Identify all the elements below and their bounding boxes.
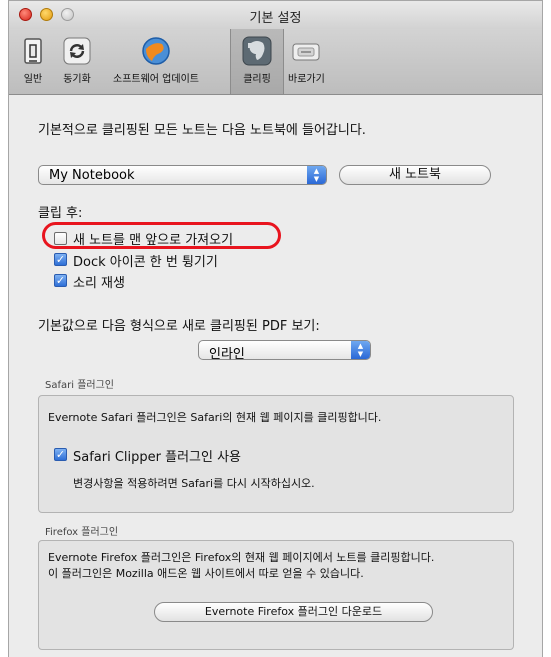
keyboard-shortcut-icon <box>290 35 322 67</box>
firefox-group-label: Firefox 플러그인 <box>45 527 119 538</box>
software-update-icon <box>140 35 172 67</box>
safari-restart-note: 변경사항을 적용하려면 Safari를 다시 시작하십시오. <box>73 477 315 490</box>
tab-software-update-label: 소프트웨어 업데이트 <box>113 74 199 85</box>
tab-software-update[interactable]: 소프트웨어 업데이트 <box>113 35 199 85</box>
title-bar[interactable]: 기본 설정 <box>9 1 542 29</box>
firefox-plugin-box: Evernote Firefox 플러그인은 Firefox의 현재 웹 페이지… <box>38 540 514 650</box>
play-sound-label: 소리 재생 <box>73 276 125 291</box>
safari-description: Evernote Safari 플러그인은 Safari의 현재 웹 페이지를 … <box>48 411 382 424</box>
pdf-view-select[interactable]: 인라인 ▲ ▼ <box>198 340 371 362</box>
evernote-elephant-icon <box>241 35 273 67</box>
tab-general-label: 일반 <box>23 74 43 85</box>
after-clip-label: 클립 후: <box>38 206 83 221</box>
highlight-annotation <box>42 222 281 249</box>
tab-clipping-label: 클리핑 <box>243 74 271 85</box>
safari-plugin-box: Evernote Safari 플러그인은 Safari의 현재 웹 페이지를 … <box>38 395 514 513</box>
sync-icon <box>61 35 93 67</box>
general-icon <box>17 35 49 67</box>
bounce-dock-label: Dock 아이콘 한 번 튕기기 <box>73 255 218 270</box>
new-notebook-button[interactable]: 새 노트북 <box>339 165 491 185</box>
safari-clipper-label: Safari Clipper 플러그인 사용 <box>73 450 242 465</box>
safari-group-label: Safari 플러그인 <box>45 380 114 391</box>
tab-clipping[interactable]: 클리핑 <box>230 29 284 94</box>
preferences-window: 기본 설정 일반 동기화 소프트웨어 업데이트 클리핑 바로가기 기본적으로 클… <box>8 0 543 657</box>
tab-shortcuts[interactable]: 바로가기 <box>288 35 325 85</box>
firefox-description-line1: Evernote Firefox 플러그인은 Firefox의 현재 웹 페이지… <box>48 551 435 564</box>
preferences-toolbar: 일반 동기화 소프트웨어 업데이트 클리핑 바로가기 <box>9 29 542 95</box>
pdf-view-select-value: 인라인 <box>209 347 245 362</box>
notebook-select-value: My Notebook <box>49 168 135 183</box>
popup-arrows-icon: ▲ ▼ <box>351 341 370 359</box>
popup-arrows-icon: ▲ ▼ <box>307 166 326 184</box>
tab-shortcuts-label: 바로가기 <box>288 74 325 85</box>
firefox-description-line2: 이 플러그인은 Mozilla 애드온 웹 사이트에서 따로 얻을 수 있습니다… <box>48 567 364 580</box>
tab-sync-label: 동기화 <box>63 74 91 85</box>
pdf-view-label: 기본값으로 다음 형식으로 새로 클리핑된 PDF 보기: <box>38 319 320 334</box>
safari-clipper-checkbox[interactable]: ✓ <box>54 448 67 461</box>
window-title: 기본 설정 <box>249 11 302 26</box>
intro-text: 기본적으로 클리핑된 모든 노트는 다음 노트북에 들어갑니다. <box>38 123 366 138</box>
tab-sync[interactable]: 동기화 <box>61 35 93 85</box>
tab-general[interactable]: 일반 <box>17 35 49 85</box>
firefox-download-button[interactable]: Evernote Firefox 플러그인 다운로드 <box>154 602 433 622</box>
play-sound-checkbox[interactable]: ✓ <box>54 274 67 287</box>
bounce-dock-checkbox[interactable]: ✓ <box>54 253 67 266</box>
notebook-select[interactable]: My Notebook ▲ ▼ <box>38 165 327 185</box>
